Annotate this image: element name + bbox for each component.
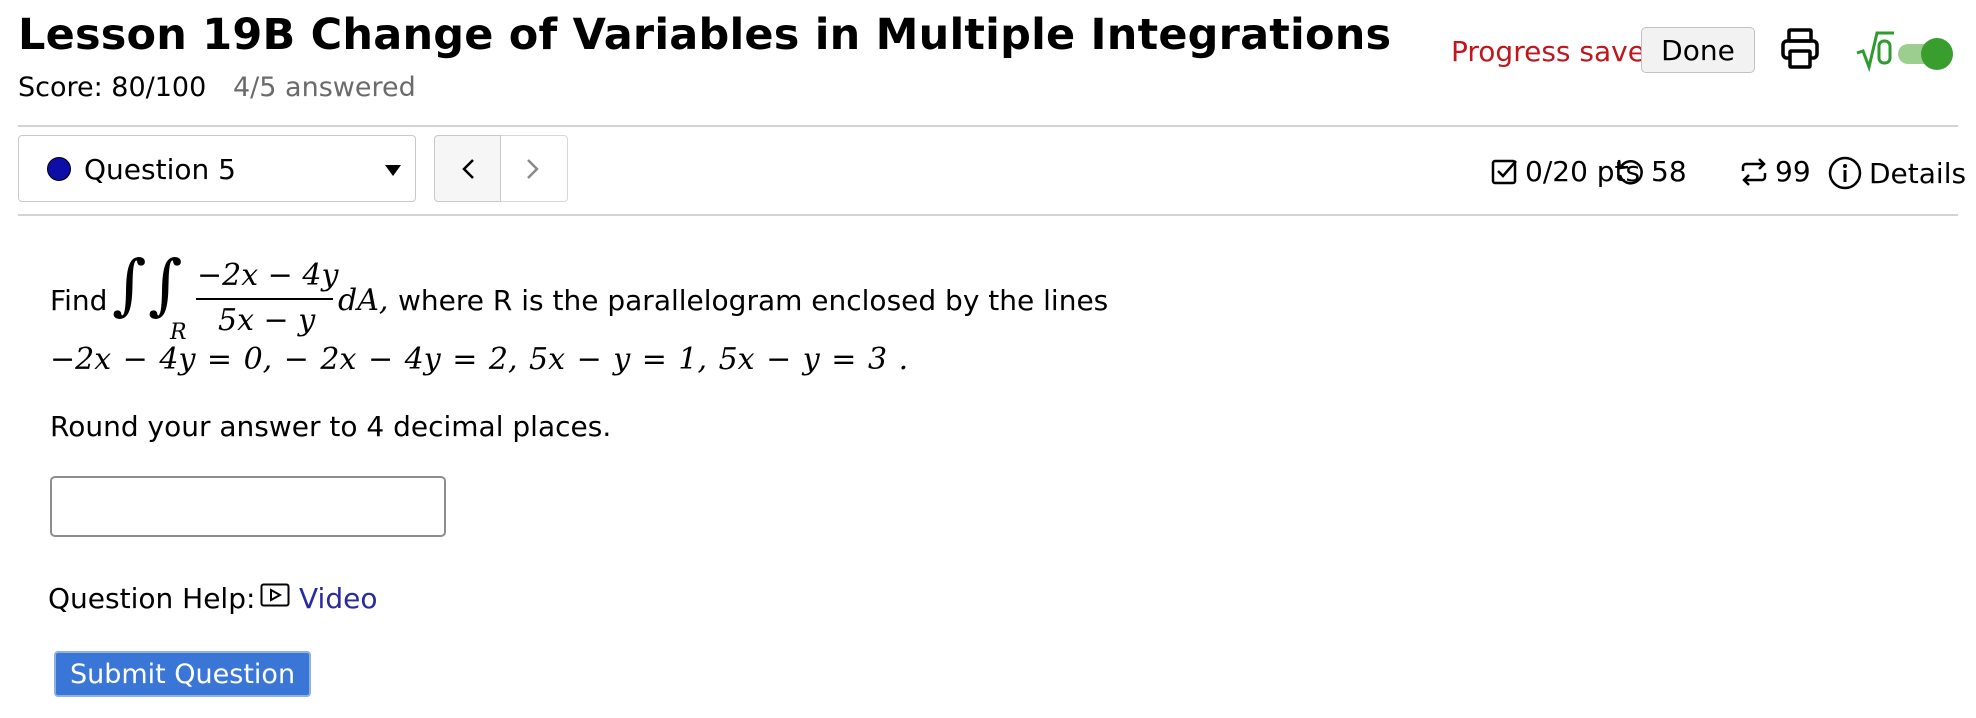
attempts-indicator: 99 <box>1739 155 1811 188</box>
question-help-label: Question Help: <box>48 582 256 615</box>
question-select-label: Question 5 <box>84 153 236 186</box>
find-text: Find <box>50 284 108 317</box>
page-title: Lesson 19B Change of Variables in Multip… <box>18 10 1392 60</box>
question-status-dot <box>47 157 71 181</box>
differential: dA, <box>338 283 389 318</box>
details-button[interactable]: Details <box>1827 155 1966 191</box>
info-icon <box>1828 156 1862 190</box>
submit-question-button[interactable]: Submit Question <box>54 651 311 697</box>
done-button[interactable]: Done <box>1641 27 1755 73</box>
integral-sign: ∫ <box>112 246 147 323</box>
divider <box>18 125 1958 127</box>
caret-down-icon <box>385 165 401 176</box>
score-text: Score: 80/100 <box>18 72 207 103</box>
lines-equations: −2x − 4y = 0, − 2x − 4y = 2, 5x − y = 1,… <box>50 342 909 377</box>
checkbox-icon <box>1491 159 1517 184</box>
progress-status: Progress saved <box>1451 35 1663 68</box>
question-where-text: where R is the parallelogram enclosed by… <box>398 284 1109 317</box>
fraction-numerator: −2x − 4y <box>197 258 339 293</box>
retry-icon <box>1617 159 1643 184</box>
chevron-right-icon <box>527 159 539 179</box>
integral-sign: ∫ <box>148 246 183 323</box>
video-link[interactable]: Video <box>299 582 377 615</box>
fraction-bar <box>196 298 333 300</box>
divider <box>18 214 1958 216</box>
answered-count: 4/5 answered <box>233 72 416 103</box>
math-toggle-switch[interactable] <box>1897 37 1955 71</box>
instruction-text: Round your answer to 4 decimal places. <box>50 410 612 443</box>
retries-indicator: 58 <box>1615 155 1687 188</box>
attempts-count: 99 <box>1775 155 1811 188</box>
answer-input[interactable] <box>50 476 446 537</box>
question-select[interactable]: Question 5 <box>18 135 416 202</box>
previous-question-button[interactable] <box>434 135 501 202</box>
details-label: Details <box>1869 156 1967 190</box>
next-question-button[interactable] <box>501 135 568 202</box>
attempts-icon <box>1741 157 1767 186</box>
video-icon <box>260 583 290 607</box>
printer-icon[interactable] <box>1780 27 1820 71</box>
chevron-left-icon <box>462 159 474 179</box>
retries-count: 58 <box>1651 155 1687 188</box>
fraction-denominator: 5x − y <box>218 303 316 338</box>
math-toggle-icon[interactable] <box>1855 27 1895 73</box>
